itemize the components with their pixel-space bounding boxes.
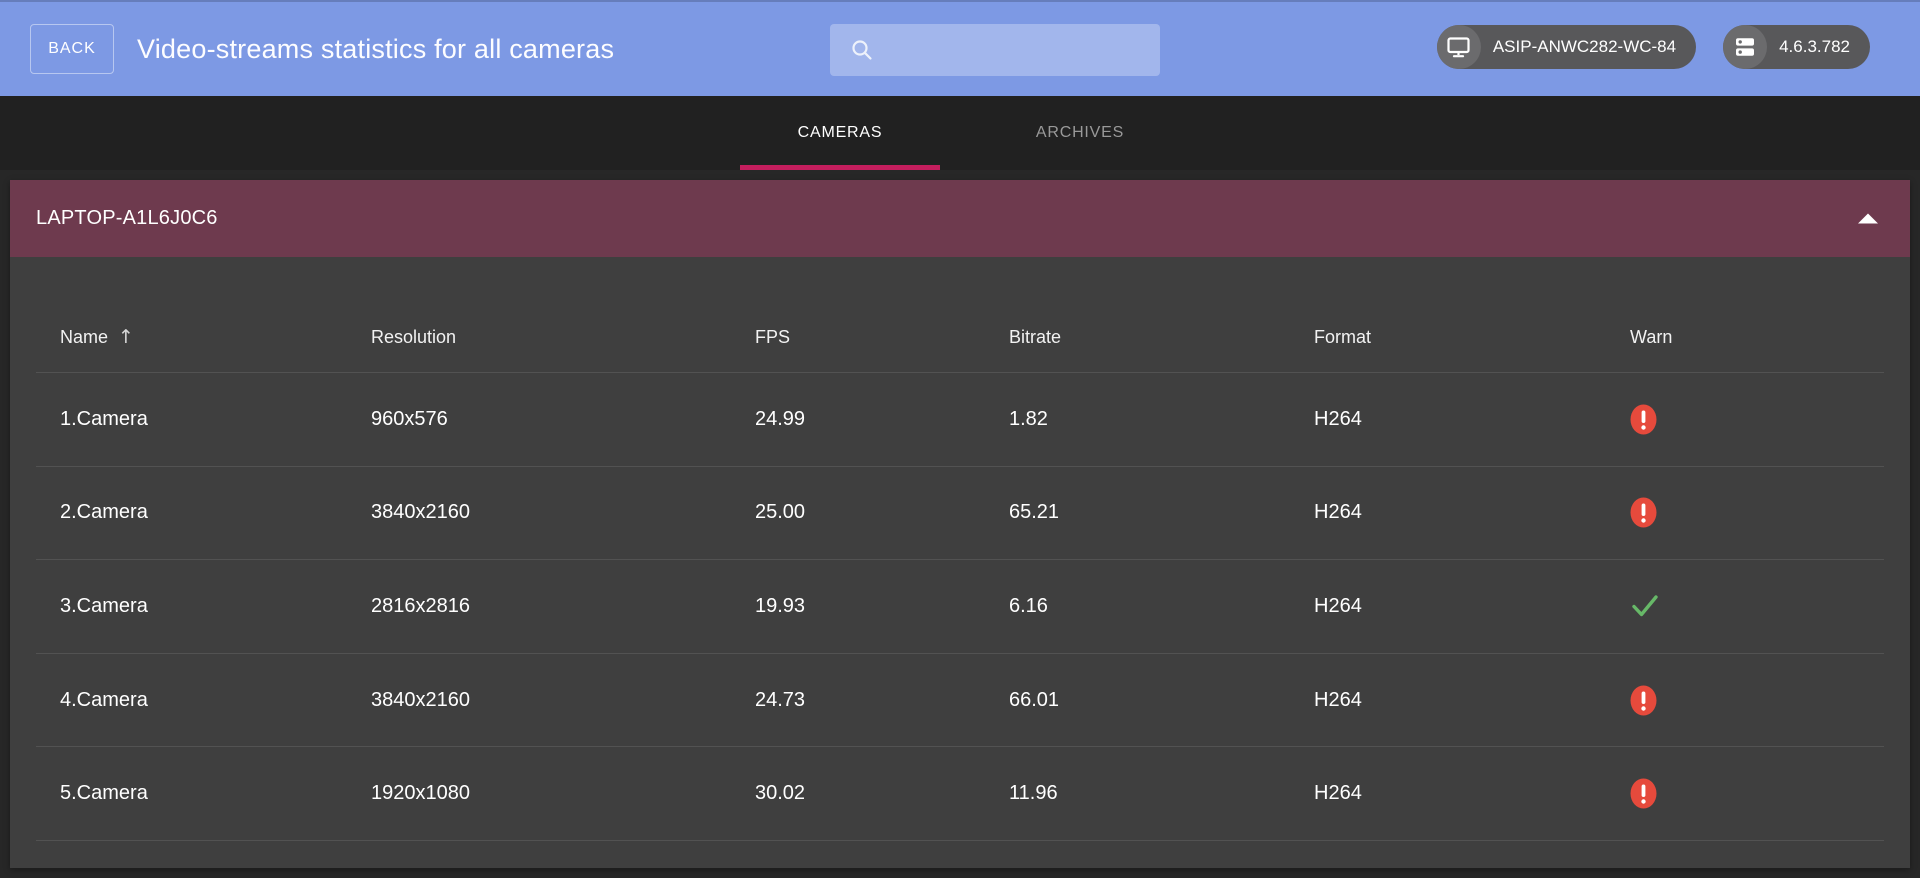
column-header-fps[interactable]: FPS bbox=[755, 327, 1009, 348]
camera-bitrate: 65.21 bbox=[1009, 501, 1314, 524]
camera-format: H264 bbox=[1314, 782, 1630, 805]
check-icon bbox=[1630, 592, 1660, 620]
warn-status bbox=[1630, 778, 1884, 809]
camera-bitrate: 6.16 bbox=[1009, 595, 1314, 618]
column-header-format[interactable]: Format bbox=[1314, 327, 1630, 348]
camera-resolution: 960x576 bbox=[371, 408, 755, 431]
search-input[interactable] bbox=[886, 40, 1146, 61]
triangle-up-icon bbox=[1856, 212, 1880, 225]
back-button[interactable]: BACK bbox=[30, 24, 114, 74]
camera-fps: 19.93 bbox=[755, 595, 1009, 618]
camera-fps: 24.73 bbox=[755, 689, 1009, 712]
collapse-button[interactable] bbox=[1856, 212, 1880, 225]
page-title: Video-streams statistics for all cameras bbox=[137, 34, 614, 65]
warn-status bbox=[1630, 592, 1884, 620]
device-panel: LAPTOP-A1L6J0C6 Name ↑ Resolution FPS Bi… bbox=[10, 180, 1910, 868]
tab-archives-label: ARCHIVES bbox=[1036, 124, 1124, 142]
panel-header[interactable]: LAPTOP-A1L6J0C6 bbox=[10, 180, 1910, 257]
table-row[interactable]: 3.Camera 2816x2816 19.93 6.16 H264 bbox=[36, 560, 1884, 654]
camera-bitrate: 66.01 bbox=[1009, 689, 1314, 712]
tab-cameras[interactable]: CAMERAS bbox=[720, 96, 960, 170]
table-row[interactable]: 4.Camera 3840x2160 24.73 66.01 H264 bbox=[36, 654, 1884, 748]
monitor-icon bbox=[1437, 25, 1481, 69]
warn-status bbox=[1630, 497, 1884, 528]
camera-fps: 30.02 bbox=[755, 782, 1009, 805]
warning-icon bbox=[1630, 685, 1657, 716]
camera-name: 5.Camera bbox=[60, 782, 371, 805]
camera-stats-table: Name ↑ Resolution FPS Bitrate Format War… bbox=[10, 257, 1910, 868]
column-header-name[interactable]: Name ↑ bbox=[60, 327, 371, 348]
tab-archives[interactable]: ARCHIVES bbox=[960, 96, 1200, 170]
camera-fps: 24.99 bbox=[755, 408, 1009, 431]
device-badge-label: ASIP-ANWC282-WC-84 bbox=[1493, 37, 1676, 57]
camera-format: H264 bbox=[1314, 501, 1630, 524]
table-row[interactable]: 1.Camera 960x576 24.99 1.82 H264 bbox=[36, 373, 1884, 467]
column-header-bitrate[interactable]: Bitrate bbox=[1009, 327, 1314, 348]
version-badge[interactable]: 4.6.3.782 bbox=[1723, 25, 1870, 69]
camera-format: H264 bbox=[1314, 689, 1630, 712]
warn-status bbox=[1630, 404, 1884, 435]
app-header: BACK Video-streams statistics for all ca… bbox=[0, 0, 1920, 96]
warn-status bbox=[1630, 685, 1884, 716]
camera-resolution: 2816x2816 bbox=[371, 595, 755, 618]
camera-name: 3.Camera bbox=[60, 595, 371, 618]
tab-cameras-label: CAMERAS bbox=[798, 124, 883, 142]
device-badge[interactable]: ASIP-ANWC282-WC-84 bbox=[1437, 25, 1696, 69]
camera-format: H264 bbox=[1314, 408, 1630, 431]
sort-asc-icon: ↑ bbox=[118, 328, 134, 347]
camera-name: 1.Camera bbox=[60, 408, 371, 431]
server-icon bbox=[1723, 25, 1767, 69]
camera-bitrate: 1.82 bbox=[1009, 408, 1314, 431]
camera-bitrate: 11.96 bbox=[1009, 782, 1314, 805]
warning-icon bbox=[1630, 778, 1657, 809]
camera-fps: 25.00 bbox=[755, 501, 1009, 524]
table-row[interactable]: 5.Camera 1920x1080 30.02 11.96 H264 bbox=[36, 747, 1884, 841]
version-badge-label: 4.6.3.782 bbox=[1779, 37, 1850, 57]
table-header-row: Name ↑ Resolution FPS Bitrate Format War… bbox=[36, 257, 1884, 373]
column-header-warn[interactable]: Warn bbox=[1630, 327, 1884, 348]
search-icon bbox=[850, 38, 874, 62]
search-box[interactable] bbox=[830, 24, 1160, 76]
camera-resolution: 3840x2160 bbox=[371, 689, 755, 712]
panel-title: LAPTOP-A1L6J0C6 bbox=[36, 207, 218, 230]
camera-name: 4.Camera bbox=[60, 689, 371, 712]
active-tab-indicator bbox=[740, 165, 940, 170]
camera-format: H264 bbox=[1314, 595, 1630, 618]
camera-resolution: 1920x1080 bbox=[371, 782, 755, 805]
warning-icon bbox=[1630, 404, 1657, 435]
camera-resolution: 3840x2160 bbox=[371, 501, 755, 524]
warning-icon bbox=[1630, 497, 1657, 528]
header-badges: ASIP-ANWC282-WC-84 4.6.3.782 bbox=[1437, 25, 1870, 69]
tab-bar: CAMERAS ARCHIVES bbox=[0, 96, 1920, 170]
table-row[interactable]: 2.Camera 3840x2160 25.00 65.21 H264 bbox=[36, 467, 1884, 561]
column-header-resolution[interactable]: Resolution bbox=[371, 327, 755, 348]
camera-name: 2.Camera bbox=[60, 501, 371, 524]
